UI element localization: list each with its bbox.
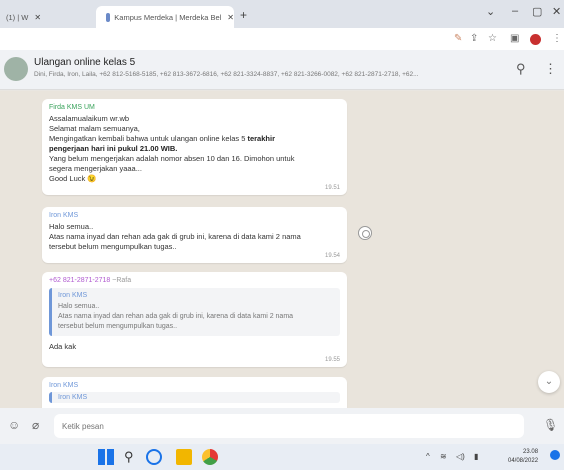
quoted-message[interactable]: Iron KMS — [49, 392, 340, 403]
message-text: Mengingatkan kembali bahwa untuk ulangan… — [49, 134, 248, 143]
group-members: Dini, Firda, Iron, Laila, +62 812-5168-5… — [34, 71, 419, 78]
compose-bar: ☺ ⌀ 🎙 — [0, 408, 564, 444]
group-title: Ulangan online kelas 5 — [34, 57, 136, 68]
start-menu-icon[interactable] — [98, 449, 114, 465]
attach-icon[interactable]: ⌀ — [32, 418, 39, 432]
quoted-message[interactable]: Iron KMS Halo semua.. Atas nama inyad da… — [49, 288, 340, 336]
sender-phone: +62 821-2871-2718 — [49, 277, 111, 284]
quote-sender: Iron KMS — [58, 394, 88, 401]
tray-chevron-icon[interactable]: ^ — [426, 452, 430, 461]
browser-tab-1[interactable]: (1) | W ✕ — [6, 6, 94, 28]
menu-icon[interactable]: ⋮ — [544, 61, 557, 77]
tab-2-label: Kampus Merdeka | Merdeka Bel — [114, 12, 222, 22]
quote-sender: Iron KMS — [58, 292, 88, 299]
search-taskbar-icon[interactable]: ⚲ — [124, 449, 140, 465]
message-bold-text: pengerjaan hari ini pukul 21.00 WIB. — [49, 144, 178, 153]
message-input[interactable] — [54, 414, 524, 438]
message-sender: +62 821-2871-2718 ~Rafa — [49, 277, 340, 284]
message-time: 19.55 — [324, 357, 340, 363]
message-line: Selamat malam semuanya, — [49, 124, 140, 133]
close-tab-icon[interactable]: ✕ — [227, 13, 234, 22]
message-line: Yang belum mengerjakan adalah nomor abse… — [49, 154, 295, 163]
sidebar-icon[interactable]: ▣ — [510, 33, 519, 44]
quote-line: tersebut belum mengumpulkan tugas.. — [58, 323, 178, 330]
message-time: 19.51 — [324, 185, 340, 191]
close-tab-icon[interactable]: ✕ — [34, 13, 41, 22]
chat-header[interactable]: Ulangan online kelas 5 Dini, Firda, Iron… — [0, 50, 564, 90]
microphone-icon[interactable]: 🎙 — [543, 418, 558, 432]
profile-avatar-icon[interactable] — [530, 34, 541, 45]
browser-tab-active[interactable]: Kampus Merdeka | Merdeka Bel ✕ — [96, 6, 234, 28]
tab-search-icon[interactable]: ⌄ — [486, 5, 495, 18]
message-bubble[interactable]: Iron KMS Iron KMS — [42, 377, 347, 408]
tab-1-label: (1) | W — [6, 12, 29, 22]
task-view-icon[interactable] — [146, 449, 162, 465]
message-line: segera mengerjakan yaaa... — [49, 164, 142, 173]
sender-alias: ~Rafa — [112, 277, 132, 284]
os-taskbar: ⚲ ^ ≋ ◁) ▮ 23.08 04/08/2022 — [0, 444, 564, 470]
wifi-icon[interactable]: ≋ — [440, 452, 447, 461]
minimize-button[interactable]: – — [512, 5, 518, 17]
browser-tab-bar: (1) | W ✕ Kampus Merdeka | Merdeka Bel ✕… — [0, 0, 564, 28]
extension-icon[interactable]: ✎ — [454, 33, 462, 44]
notification-icon[interactable] — [550, 450, 560, 460]
site-favicon-icon — [106, 12, 111, 22]
message-line: tersebut belum mengumpulkan tugas.. — [49, 242, 177, 251]
message-sender: Iron KMS — [49, 382, 79, 389]
message-bubble[interactable]: Firda KMS UM Assalamualaikum wr.wb Selam… — [42, 99, 347, 195]
close-window-button[interactable]: ✕ — [552, 5, 561, 18]
message-line: Mengingatkan kembali bahwa untuk ulangan… — [49, 134, 340, 144]
chrome-icon[interactable] — [202, 449, 218, 465]
volume-icon[interactable]: ◁) — [456, 452, 465, 461]
message-time: 19.54 — [324, 253, 340, 259]
quote-line: Atas nama inyad dan rehan ada gak di gru… — [58, 313, 294, 320]
battery-icon[interactable]: ▮ — [474, 452, 478, 461]
message-bubble[interactable]: Iron KMS Halo semua.. Atas nama inyad da… — [42, 207, 347, 263]
file-explorer-icon[interactable] — [176, 449, 192, 465]
message-line: Halo semua.. — [49, 222, 94, 231]
message-line: Ada kak — [49, 342, 77, 351]
clock-date: 04/08/2022 — [508, 458, 539, 464]
message-sender: Firda KMS UM — [49, 104, 95, 111]
message-sender: Iron KMS — [49, 212, 79, 219]
bookmark-star-icon[interactable]: ☆ — [488, 33, 497, 44]
scroll-down-button[interactable]: ⌄ — [538, 371, 560, 393]
message-list: Firda KMS UM Assalamualaikum wr.wb Selam… — [0, 91, 564, 408]
browser-toolbar: ✎ ⇪ ☆ ▣ ⋮ — [0, 28, 564, 50]
browser-menu-icon[interactable]: ⋮ — [552, 33, 562, 44]
message-line: Assalamualaikum wr.wb — [49, 114, 130, 123]
message-bubble[interactable]: +62 821-2871-2718 ~Rafa Iron KMS Halo se… — [42, 272, 347, 367]
react-emoji-icon[interactable] — [358, 226, 372, 240]
quote-line: Halo semua.. — [58, 303, 100, 310]
group-avatar[interactable] — [4, 57, 28, 81]
emoji-icon[interactable]: ☺ — [8, 418, 20, 432]
message-bold-text: terakhir — [247, 134, 275, 143]
share-icon[interactable]: ⇪ — [470, 33, 478, 44]
new-tab-button[interactable]: + — [240, 8, 247, 22]
message-line: pengerjaan hari ini pukul 21.00 WIB. — [49, 144, 340, 154]
message-line: Atas nama inyad dan rehan ada gak di gru… — [49, 232, 301, 241]
search-icon[interactable]: ⚲ — [516, 61, 526, 77]
message-line: Good Luck 😉 — [49, 174, 97, 183]
maximize-button[interactable]: ▢ — [532, 5, 542, 18]
clock-time: 23.08 — [523, 449, 539, 455]
system-clock[interactable]: 23.08 04/08/2022 — [508, 448, 538, 466]
